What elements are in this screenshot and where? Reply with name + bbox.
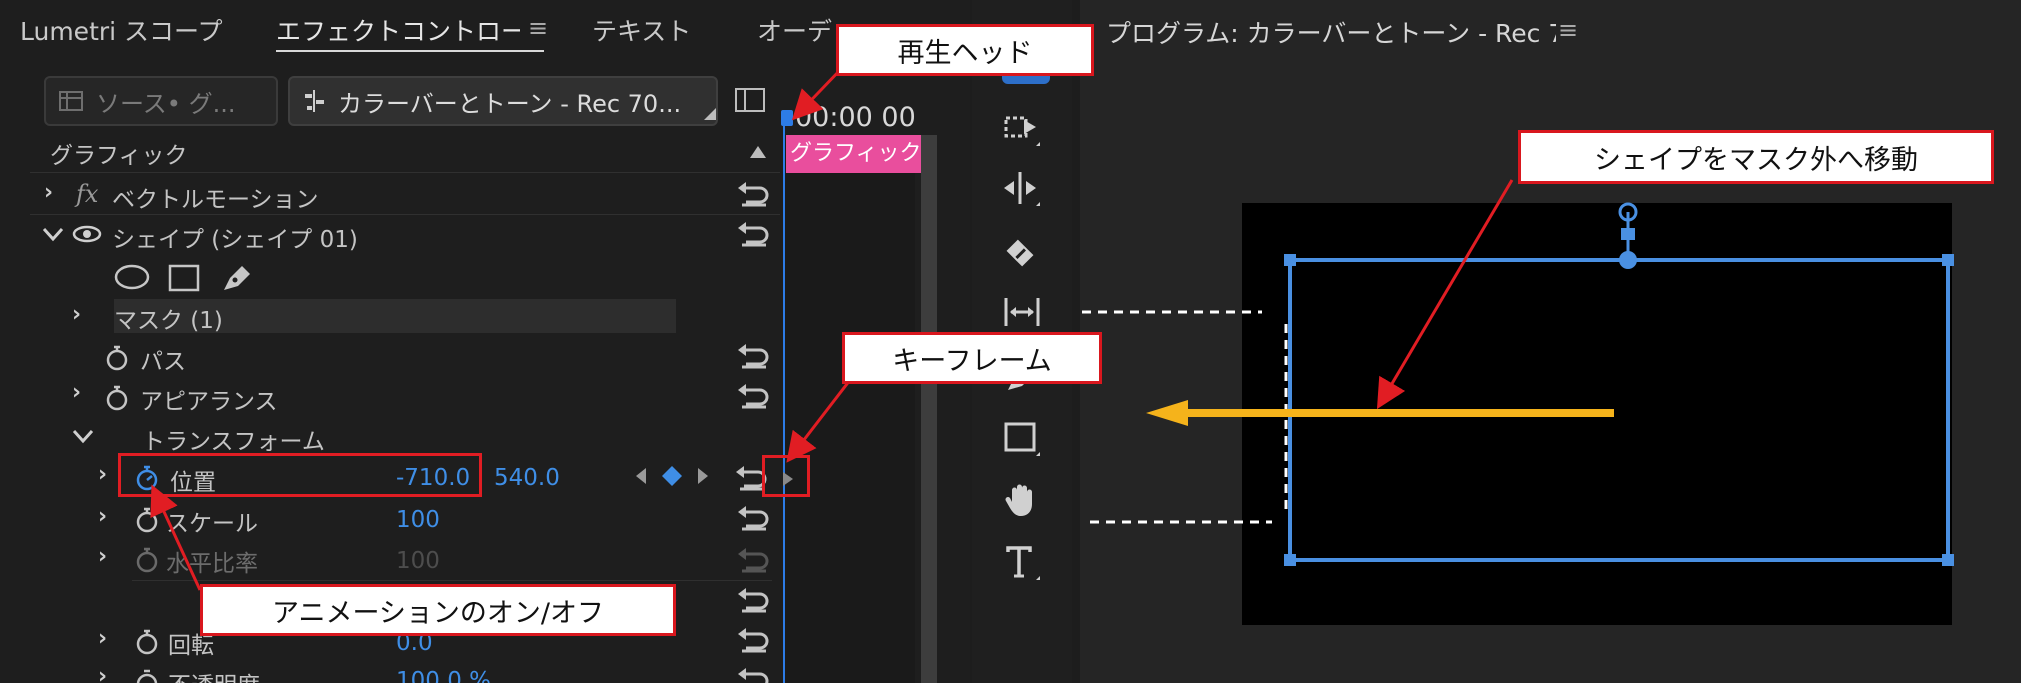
- position-highlight-box: [118, 453, 482, 497]
- callout-playhead: 再生ヘッド: [836, 24, 1094, 76]
- callout-keyframe: キーフレーム: [842, 332, 1102, 384]
- keyframe-highlight-box: [762, 455, 810, 497]
- callout-move-shape: シェイプをマスク外へ移動: [1518, 130, 1994, 184]
- callout-animation-toggle: アニメーションのオン/オフ: [200, 584, 676, 636]
